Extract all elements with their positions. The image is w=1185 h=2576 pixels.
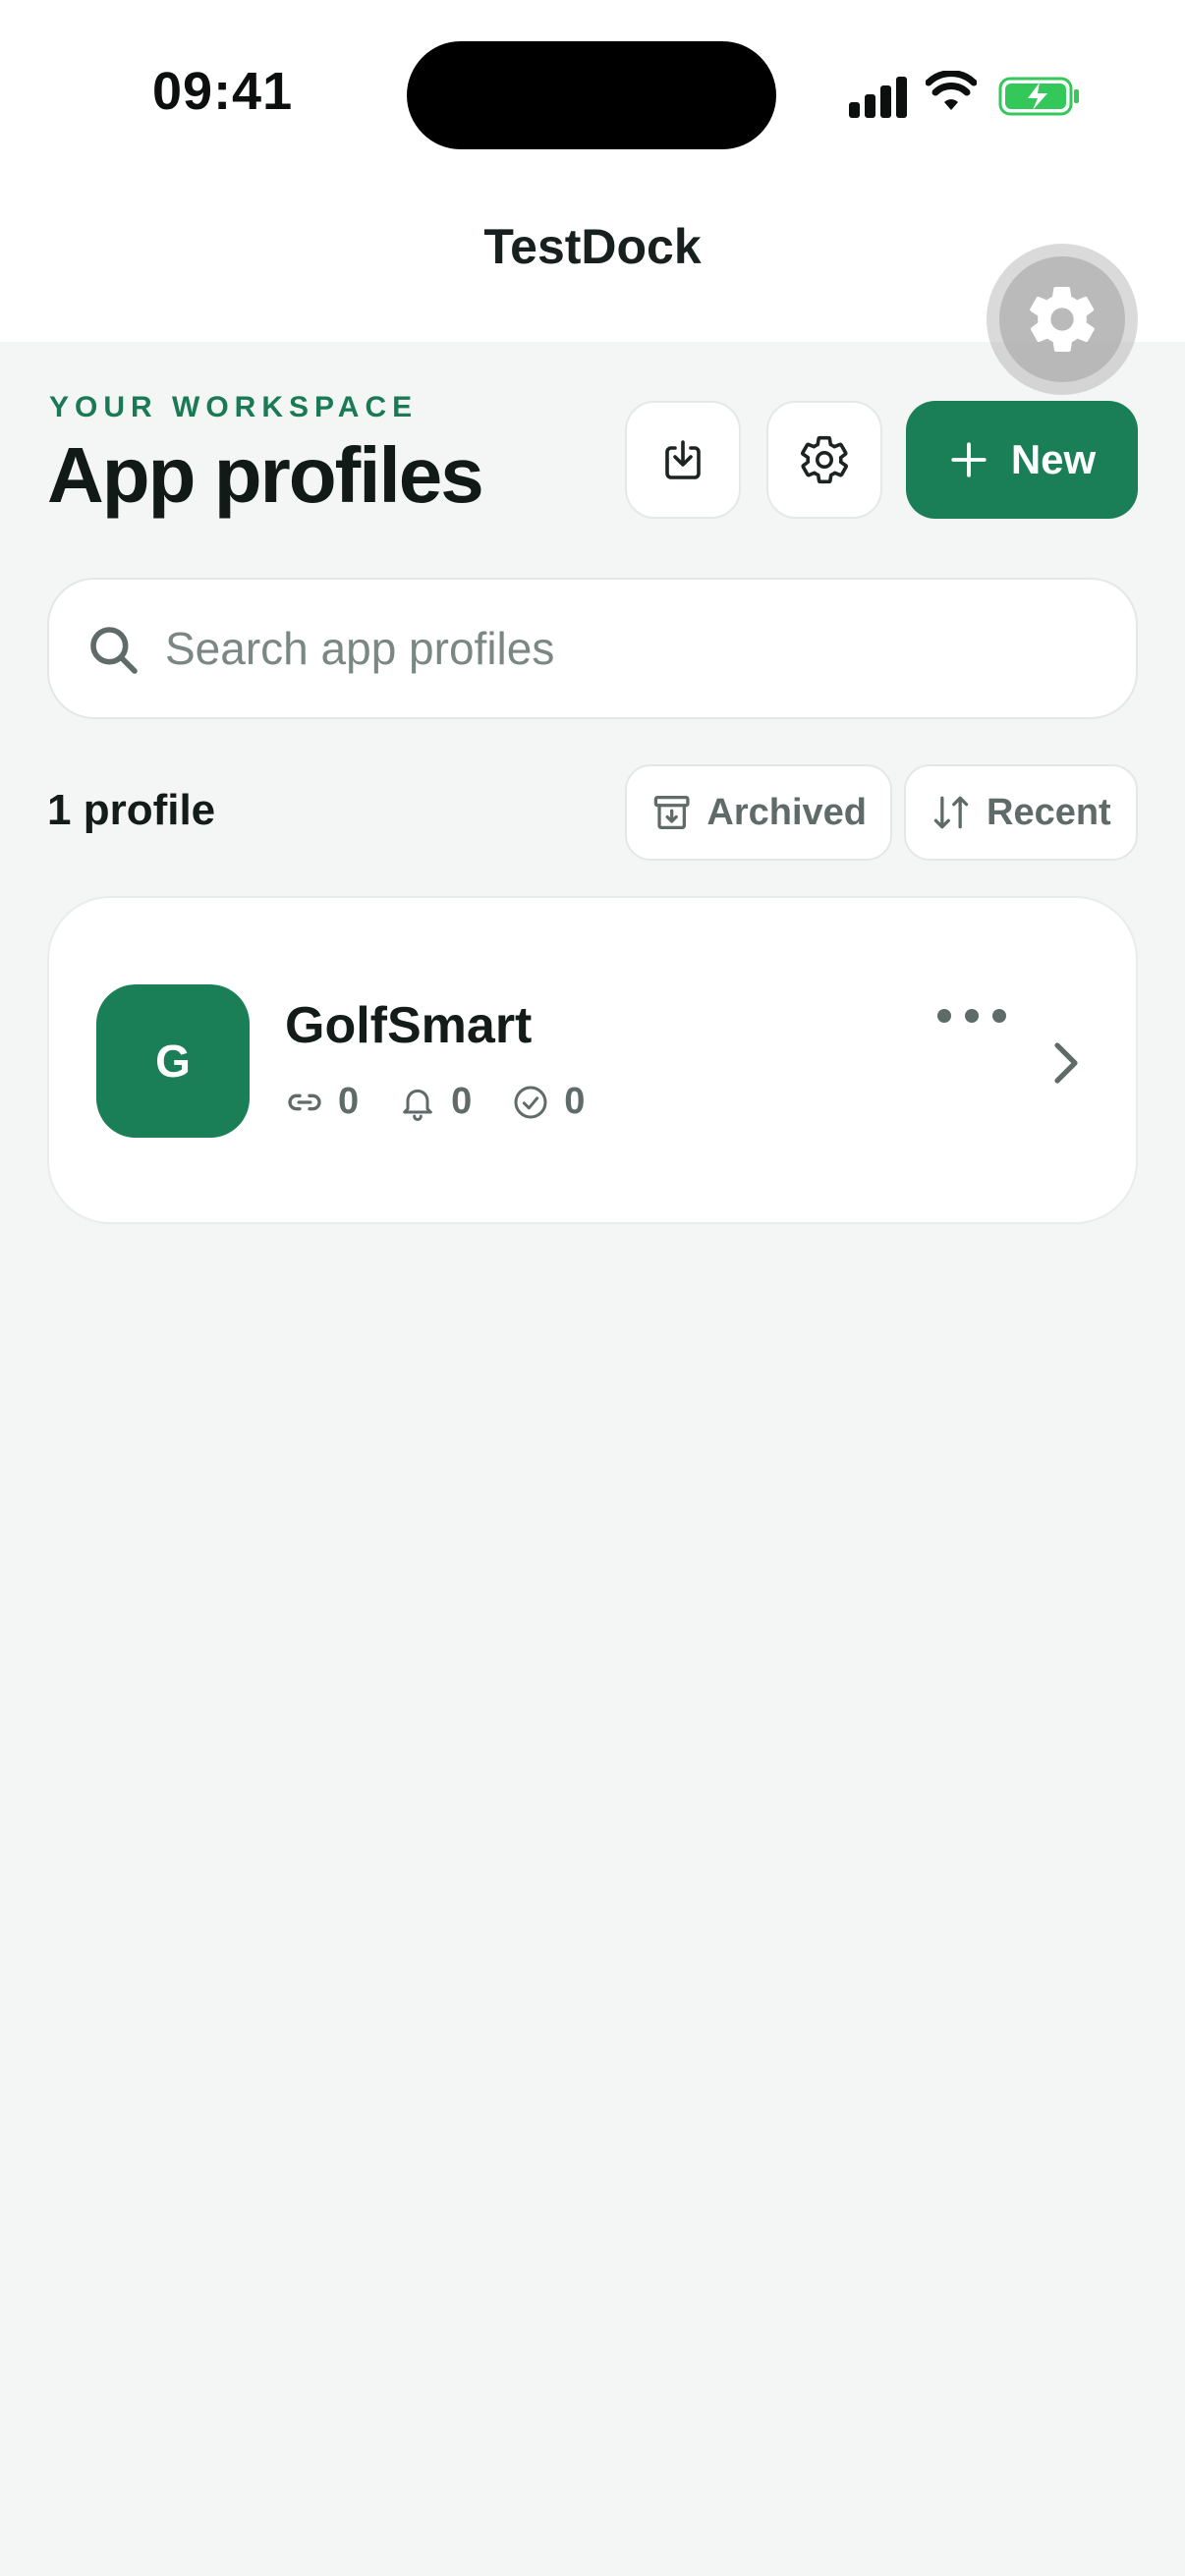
- new-profile-button[interactable]: New: [906, 401, 1138, 519]
- floating-settings-inner: [999, 256, 1125, 382]
- profile-count: 1 profile: [47, 786, 216, 834]
- profile-avatar: G: [96, 984, 250, 1138]
- archive-icon: [653, 796, 690, 829]
- search-input[interactable]: [165, 580, 1108, 717]
- more-icon[interactable]: [937, 996, 1006, 1036]
- bell-icon: [403, 1089, 432, 1121]
- settings-icon: [801, 435, 848, 484]
- archived-filter-button[interactable]: Archived: [625, 764, 892, 861]
- chevron-right-icon: [1054, 1042, 1078, 1084]
- signal-icon: [849, 77, 907, 118]
- status-time: 09:41: [152, 62, 294, 121]
- notifications-stat: 0: [398, 1081, 472, 1123]
- check-circle-icon: [514, 1086, 547, 1118]
- page-title: App profiles: [47, 431, 484, 519]
- notifications-count: 0: [451, 1081, 473, 1122]
- sort-recent-button[interactable]: Recent: [904, 764, 1138, 861]
- checks-count: 0: [564, 1081, 586, 1122]
- plus-icon: [951, 442, 987, 477]
- archived-label: Archived: [706, 791, 867, 833]
- import-icon: [665, 440, 701, 479]
- dynamic-island: [407, 41, 776, 149]
- import-button[interactable]: [625, 401, 741, 519]
- checks-stat: 0: [511, 1081, 585, 1123]
- more-dot: [992, 1009, 1006, 1023]
- link-icon: [288, 1093, 321, 1110]
- gear-icon: [1030, 286, 1095, 353]
- search-icon: [90, 627, 138, 674]
- wifi-icon: [926, 71, 977, 110]
- more-dot: [965, 1009, 979, 1023]
- battery-icon: [998, 77, 1079, 116]
- profile-stats: 0 0 0: [285, 1081, 585, 1123]
- recent-label: Recent: [987, 791, 1111, 833]
- profile-name: GolfSmart: [285, 997, 533, 1054]
- links-count: 0: [338, 1081, 360, 1122]
- new-button-label: New: [1010, 436, 1097, 482]
- sort-icon: [933, 796, 969, 829]
- links-stat: 0: [285, 1081, 359, 1123]
- settings-button[interactable]: [766, 401, 882, 519]
- profile-card[interactable]: G GolfSmart 0 0 0: [47, 896, 1138, 1224]
- workspace-eyebrow: YOUR WORKSPACE: [49, 391, 419, 423]
- search-bar[interactable]: [47, 578, 1138, 719]
- app-screen: 09:41 TestDock YOUR WORKSPACE App profil…: [0, 0, 1185, 2576]
- more-dot: [937, 1009, 951, 1023]
- floating-settings-button[interactable]: [987, 244, 1138, 395]
